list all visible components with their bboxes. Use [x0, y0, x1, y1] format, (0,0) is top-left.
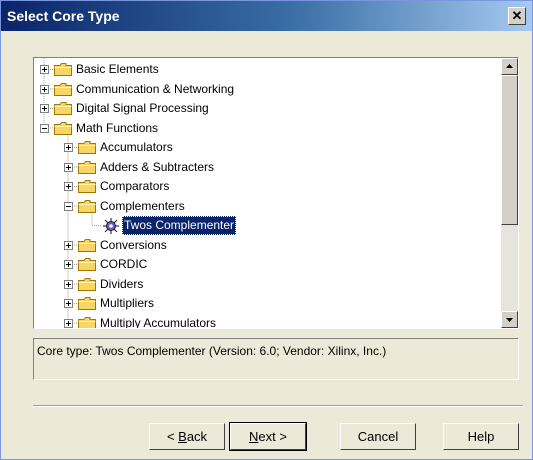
arrow-up-icon — [506, 64, 513, 68]
title-bar[interactable]: Select Core Type ✕ — [1, 1, 532, 31]
close-button[interactable]: ✕ — [508, 7, 526, 25]
next-button-rest: ext > — [258, 429, 287, 444]
scroll-up-button[interactable] — [501, 58, 518, 75]
core-type-status-text: Core type: Twos Complementer (Version: 6… — [37, 344, 387, 358]
folder-icon — [78, 277, 96, 291]
tree-item-label: Twos Complementer — [122, 216, 237, 235]
folder-icon — [54, 82, 72, 96]
tree-item[interactable]: Multiply Accumulators — [34, 314, 501, 329]
tree-viewport: Basic Elements Communication & Networking… — [34, 58, 501, 328]
close-icon: ✕ — [511, 8, 523, 23]
core-type-tree[interactable]: Basic Elements Communication & Networking… — [33, 57, 519, 329]
help-button[interactable]: Help — [443, 423, 519, 450]
expand-toggle[interactable] — [64, 318, 73, 328]
next-button[interactable]: Next > — [229, 422, 307, 451]
folder-icon — [78, 141, 96, 154]
scroll-thumb[interactable] — [501, 75, 518, 225]
tree-item[interactable]: Digital Signal Processing — [34, 99, 501, 118]
back-button-mnemonic: B — [178, 429, 187, 444]
tree-item-label: Complementers — [100, 198, 185, 213]
expand-toggle[interactable] — [64, 240, 73, 250]
tree-item[interactable]: Dividers — [34, 275, 501, 294]
tree-item[interactable]: Math Functions — [34, 119, 501, 138]
tree-item-label: CORDIC — [100, 257, 148, 271]
tree-item[interactable]: CORDIC — [34, 255, 501, 274]
select-core-type-dialog: Select Core Type ✕ Basic Elements Communi… — [0, 0, 533, 460]
tree-item-label: Multiply Accumulators — [100, 315, 217, 329]
tree-item[interactable]: Complementers — [34, 197, 501, 216]
expand-toggle[interactable] — [64, 299, 73, 308]
expand-toggle[interactable] — [64, 260, 73, 269]
help-button-label: Help — [467, 429, 495, 444]
tree-item-label: Basic Elements — [76, 62, 159, 76]
folder-icon — [78, 258, 96, 271]
dialog-title: Select Core Type — [7, 8, 120, 24]
tree-item[interactable]: Communication & Networking — [34, 80, 501, 99]
separator — [33, 405, 523, 407]
expand-toggle[interactable] — [40, 84, 49, 94]
expand-toggle[interactable] — [64, 143, 73, 152]
folder-icon — [78, 160, 96, 174]
folder-icon — [78, 316, 96, 328]
core-type-description: Core type: Twos Complementer (Version: 6… — [33, 338, 519, 380]
folder-icon — [78, 238, 96, 252]
tree-item-label: Math Functions — [76, 120, 159, 135]
expand-toggle[interactable] — [64, 162, 73, 172]
folder-icon — [54, 121, 72, 135]
expand-toggle[interactable] — [40, 104, 49, 113]
tree-item-label: Accumulators — [100, 140, 173, 154]
folder-icon — [78, 180, 96, 193]
cancel-button-label: Cancel — [357, 429, 399, 444]
vertical-scrollbar[interactable] — [501, 58, 518, 328]
tree-item-label: Communication & Networking — [76, 81, 235, 96]
next-button-mnemonic: N — [249, 429, 259, 444]
tree-item-label: Comparators — [100, 179, 170, 193]
tree-item[interactable]: Conversions — [34, 236, 501, 255]
back-button-rest: ack — [186, 429, 208, 444]
core-gear-icon — [103, 218, 119, 234]
tree-item-label: Dividers — [100, 276, 144, 291]
tree-item-label: Conversions — [100, 237, 167, 252]
tree-item-label: Digital Signal Processing — [76, 101, 209, 115]
tree-item[interactable]: Basic Elements — [34, 60, 501, 79]
tree-item[interactable]: Accumulators — [34, 138, 501, 157]
tree-item[interactable]: Comparators — [34, 177, 501, 196]
expand-toggle[interactable] — [40, 65, 49, 74]
folder-icon — [54, 102, 72, 115]
cancel-button[interactable]: Cancel — [340, 423, 416, 450]
back-button-prefix: < — [166, 429, 179, 444]
tree-item-label: Adders & Subtracters — [100, 159, 215, 174]
tree-item-label: Multipliers — [100, 296, 155, 310]
scroll-down-button[interactable] — [501, 311, 518, 328]
folder-icon — [78, 199, 96, 213]
tree-item[interactable]: Multipliers — [34, 294, 501, 313]
expand-toggle[interactable] — [64, 279, 73, 289]
tree-item[interactable]: Adders & Subtracters — [34, 158, 501, 177]
folder-icon — [54, 63, 72, 76]
tree-item[interactable]: Twos Complementer — [34, 216, 501, 235]
expand-toggle[interactable] — [64, 182, 73, 191]
back-button[interactable]: < Back — [149, 423, 225, 450]
arrow-down-icon — [506, 318, 513, 322]
collapse-toggle[interactable] — [64, 201, 73, 211]
folder-icon — [78, 297, 96, 310]
collapse-toggle[interactable] — [40, 123, 49, 133]
